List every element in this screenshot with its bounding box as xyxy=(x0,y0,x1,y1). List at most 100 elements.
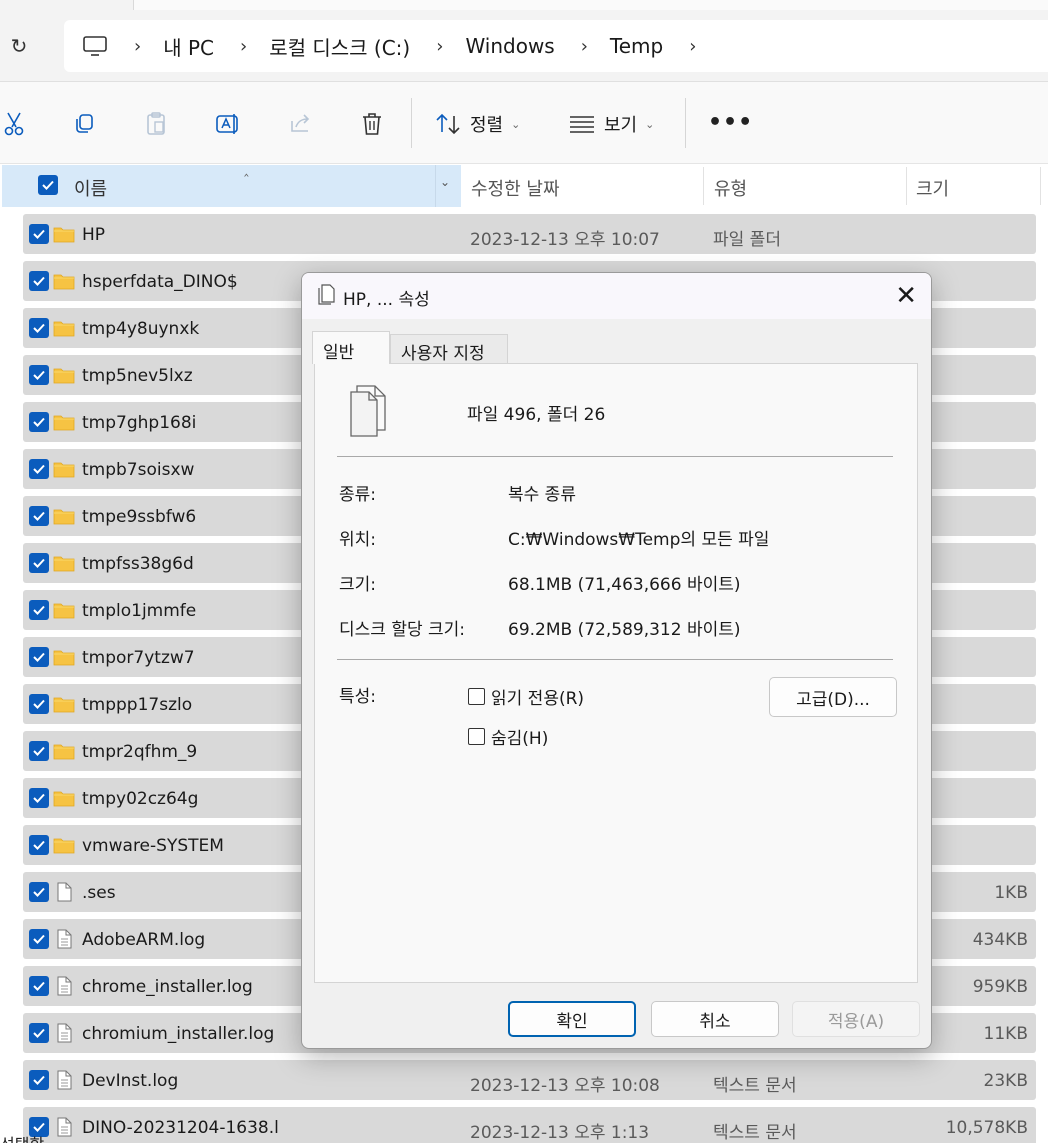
row-checkbox[interactable] xyxy=(29,224,49,244)
row-checkbox[interactable] xyxy=(29,459,49,479)
row-checkbox[interactable] xyxy=(29,788,49,808)
row-checkbox[interactable] xyxy=(29,1070,49,1090)
text-document-icon xyxy=(53,1117,75,1137)
file-name[interactable]: vmware-SYSTEM xyxy=(82,836,224,856)
text-document-icon xyxy=(53,1023,75,1043)
cut-icon[interactable] xyxy=(0,110,28,138)
copy-icon[interactable] xyxy=(70,110,98,138)
row-checkbox[interactable] xyxy=(29,882,49,902)
share-icon xyxy=(286,110,314,138)
column-header-type[interactable]: 유형 xyxy=(714,175,747,201)
breadcrumb[interactable]: › 내 PC › 로컬 디스크 (C:) › Windows › Temp › xyxy=(64,20,1048,72)
file-name[interactable]: tmp5nev5lxz xyxy=(82,366,193,386)
folder-icon xyxy=(53,600,75,620)
file-name[interactable]: tmp7ghp168i xyxy=(82,413,196,433)
file-name[interactable]: DevInst.log xyxy=(82,1071,178,1091)
file-name[interactable]: chromium_installer.log xyxy=(82,1024,274,1044)
advanced-button[interactable]: 고급(D)... xyxy=(769,677,897,717)
folder-icon xyxy=(53,788,75,808)
prop-disk-size-label: 디스크 할당 크기: xyxy=(339,620,466,640)
column-header-size[interactable]: 크기 xyxy=(916,175,949,201)
file-name[interactable]: tmp4y8uynxk xyxy=(82,319,199,339)
row-checkbox[interactable] xyxy=(29,318,49,338)
file-icon xyxy=(53,882,75,902)
dialog-title-bar[interactable]: HP, ... 속성 ✕ xyxy=(302,273,931,319)
row-checkbox[interactable] xyxy=(29,835,49,855)
file-name[interactable]: tmppp17szlo xyxy=(82,695,192,715)
checkbox-box[interactable] xyxy=(468,728,485,745)
selection-summary: 파일 496, 폴더 26 xyxy=(467,405,606,425)
column-divider[interactable] xyxy=(1040,167,1041,205)
readonly-checkbox[interactable]: 읽기 전용(R) xyxy=(468,684,584,709)
checkbox-box[interactable] xyxy=(468,688,485,705)
breadcrumb-item-disk[interactable]: 로컬 디스크 (C:) xyxy=(269,32,410,61)
row-checkbox[interactable] xyxy=(29,1023,49,1043)
general-panel: 파일 496, 폴더 26 종류: 복수 종류 위치: C:₩Windows₩T… xyxy=(314,363,918,983)
file-name[interactable]: DINO-20231204-1638.l xyxy=(82,1118,279,1138)
row-checkbox[interactable] xyxy=(29,741,49,761)
file-name[interactable]: tmplo1jmmfe xyxy=(82,601,196,621)
sort-menu-button[interactable]: 정렬 ⌄ xyxy=(434,110,520,138)
apply-button[interactable]: 적용(A) xyxy=(792,1001,920,1037)
row-checkbox[interactable] xyxy=(29,647,49,667)
folder-icon xyxy=(53,741,75,761)
file-size: 10,578KB xyxy=(945,1118,1028,1138)
file-name[interactable]: tmpor7ytzw7 xyxy=(82,648,195,668)
file-name[interactable]: tmpb7soisxw xyxy=(82,460,194,480)
breadcrumb-item-pc[interactable]: 내 PC xyxy=(163,32,214,61)
chevron-right-icon[interactable]: › xyxy=(436,36,443,57)
column-divider[interactable] xyxy=(703,167,704,205)
row-checkbox[interactable] xyxy=(29,365,49,385)
row-checkbox[interactable] xyxy=(29,553,49,573)
file-name[interactable]: chrome_installer.log xyxy=(82,977,253,997)
ok-button[interactable]: 확인 xyxy=(508,1001,636,1037)
chevron-right-icon[interactable]: › xyxy=(134,36,141,57)
file-name[interactable]: tmpr2qfhm_9 xyxy=(82,742,197,762)
file-name[interactable]: hsperfdata_DINO$ xyxy=(82,272,238,292)
breadcrumb-item-temp[interactable]: Temp xyxy=(610,34,663,58)
chevron-right-icon[interactable]: › xyxy=(240,36,247,57)
chevron-right-icon[interactable]: › xyxy=(689,36,696,57)
column-header-name[interactable]: ‸ 이름 ⌄ xyxy=(2,161,461,207)
tab-customize[interactable]: 사용자 지정 xyxy=(390,334,508,364)
file-name[interactable]: tmpy02cz64g xyxy=(82,789,198,809)
file-name[interactable]: tmpe9ssbfw6 xyxy=(82,507,196,527)
file-name[interactable]: HP xyxy=(82,225,105,245)
file-date: 2023-12-13 오후 10:08 xyxy=(470,1076,660,1096)
file-name[interactable]: AdobeARM.log xyxy=(82,930,205,950)
file-row[interactable]: DINO-20231204-1638.l 2023-12-13 오후 1:13 텍스… xyxy=(23,1107,1036,1143)
select-all-checkbox[interactable] xyxy=(38,175,58,195)
folder-icon xyxy=(53,224,75,244)
row-checkbox[interactable] xyxy=(29,976,49,996)
file-name[interactable]: .ses xyxy=(82,883,116,903)
row-checkbox[interactable] xyxy=(29,271,49,291)
file-row[interactable]: HP 2023-12-13 오후 10:07 파일 폴더 xyxy=(23,214,1036,254)
row-checkbox[interactable] xyxy=(29,694,49,714)
file-row[interactable]: DevInst.log 2023-12-13 오후 10:08 텍스트 문서 23KB xyxy=(23,1060,1036,1100)
toolbar-divider xyxy=(411,98,412,148)
column-header: ‸ 이름 ⌄ 수정한 날짜 유형 크기 xyxy=(0,161,1048,207)
chevron-right-icon[interactable]: › xyxy=(581,36,588,57)
more-options-button[interactable]: ••• xyxy=(708,110,753,135)
tab-general[interactable]: 일반 xyxy=(312,331,390,364)
hidden-checkbox[interactable]: 숨김(H) xyxy=(468,724,548,749)
row-checkbox[interactable] xyxy=(29,600,49,620)
address-bar: ↻ › 내 PC › 로컬 디스크 (C:) › Windows › Temp … xyxy=(0,10,1048,82)
breadcrumb-item-windows[interactable]: Windows xyxy=(465,34,554,58)
close-icon[interactable]: ✕ xyxy=(895,281,917,311)
cancel-button[interactable]: 취소 xyxy=(651,1001,779,1037)
file-date: 2023-12-13 오후 10:07 xyxy=(470,230,660,250)
view-menu-button[interactable]: 보기 ⌄ xyxy=(568,110,654,138)
refresh-icon[interactable]: ↻ xyxy=(6,33,32,59)
delete-icon[interactable] xyxy=(358,110,386,138)
row-checkbox[interactable] xyxy=(29,506,49,526)
row-checkbox[interactable] xyxy=(29,929,49,949)
column-divider[interactable] xyxy=(906,167,907,205)
file-name[interactable]: tmpfss38g6d xyxy=(82,554,194,574)
file-type: 텍스트 문서 xyxy=(713,1076,797,1096)
row-checkbox[interactable] xyxy=(29,412,49,432)
column-header-modified[interactable]: 수정한 날짜 xyxy=(471,175,560,201)
chevron-down-icon[interactable]: ⌄ xyxy=(440,175,450,189)
rename-icon[interactable] xyxy=(214,110,242,138)
pc-icon[interactable] xyxy=(82,35,108,57)
